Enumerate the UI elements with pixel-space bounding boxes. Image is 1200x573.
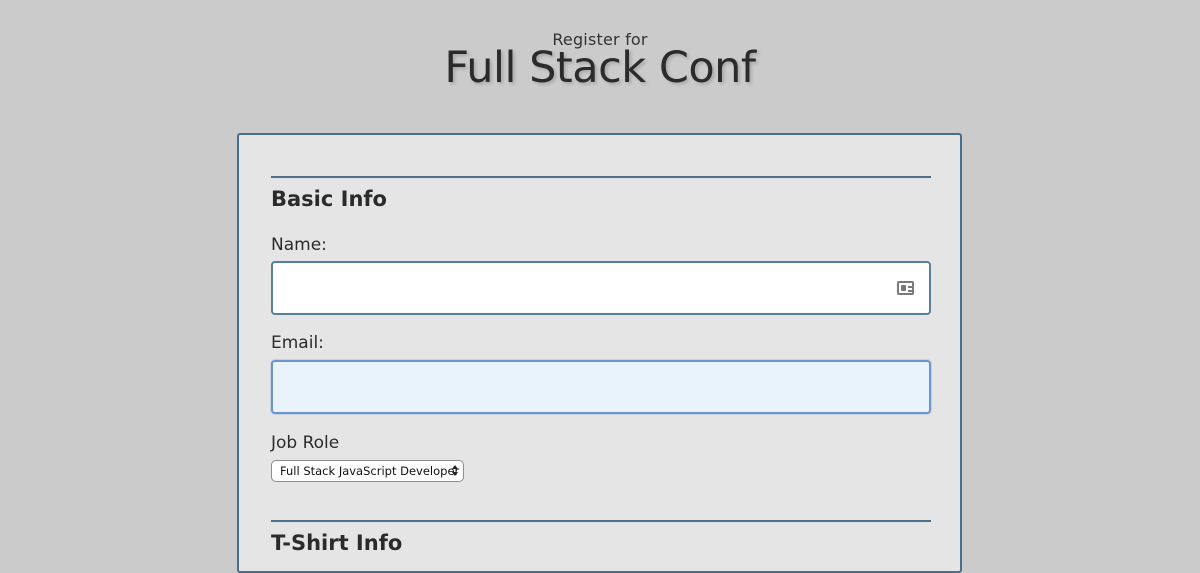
name-input[interactable] (271, 261, 931, 315)
job-role-select[interactable]: Full Stack JavaScript Developer (271, 460, 464, 482)
name-label: Name: (271, 235, 327, 255)
registration-form: Basic Info Name: Email: Job Role Full St… (237, 133, 962, 573)
tshirt-info-heading: T-Shirt Info (271, 531, 403, 555)
contact-card-icon[interactable] (897, 281, 914, 295)
page-title: Full Stack Conf (444, 43, 756, 93)
basic-info-heading: Basic Info (271, 187, 387, 211)
updown-arrows-icon (452, 465, 458, 477)
email-input[interactable] (271, 360, 931, 414)
job-role-selected-value: Full Stack JavaScript Developer (280, 464, 460, 478)
email-label: Email: (271, 333, 324, 353)
section-divider-basic-info (271, 176, 931, 178)
job-role-label: Job Role (271, 433, 340, 453)
section-divider-tshirt-info (271, 520, 931, 522)
